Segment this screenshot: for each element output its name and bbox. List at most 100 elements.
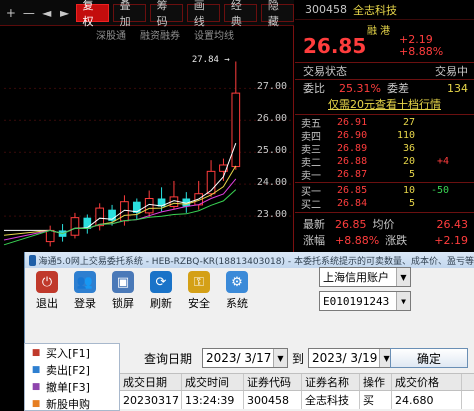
quote-header: 300458 全志科技 <box>295 0 474 20</box>
menu-item[interactable]: ■ 撤单[F3] <box>25 378 119 395</box>
end-date-picker[interactable]: 2023/ 3/19 ▼ <box>308 348 395 368</box>
toolbar-security-button[interactable]: ⚿ 安全 <box>181 268 217 314</box>
toolbar-exit-button[interactable]: ⏻ 退出 <box>29 268 65 314</box>
chevron-down-icon: ▼ <box>273 349 287 367</box>
chips-button[interactable]: 筹码 <box>149 0 183 28</box>
classic-button[interactable]: 经典 <box>223 0 257 28</box>
toolbar-label: 刷新 <box>150 297 172 310</box>
menu-item-label: 撤单[F3] <box>46 380 90 394</box>
end-date-value: 2023/ 3/19 <box>312 351 378 365</box>
ratio-label: 委比 <box>303 82 325 95</box>
toolbar-lock-screen-button[interactable]: ▣ 锁屏 <box>105 268 141 314</box>
pct-label: 涨幅 <box>303 234 325 247</box>
status-row: 交易状态 交易中 <box>295 63 474 79</box>
bid-price: 26.84 <box>337 198 368 209</box>
toolbar-refresh-button[interactable]: ⟳ 刷新 <box>143 268 179 314</box>
pct-row: 涨幅 +8.88% 涨跌 +2.19 <box>295 232 474 248</box>
level2-promo-link[interactable]: 仅需20元查看十档行情 <box>295 95 474 113</box>
chart-subbar: 深股通 融资融券 设置均线 <box>0 26 294 42</box>
last-price: 26.85 <box>303 34 367 58</box>
exit-icon: ⏻ <box>36 271 58 293</box>
account-number-value: E010191243 <box>323 294 390 308</box>
ratio-value: 25.31% <box>339 81 381 95</box>
draw-line-button[interactable]: 画线 <box>186 0 220 28</box>
stock-code: 300458 <box>305 3 347 16</box>
table-cell: 300458 <box>244 391 302 409</box>
confirm-button[interactable]: 确定 <box>390 348 468 368</box>
latest-value: 26.85 <box>335 217 367 231</box>
ask-volume: 20 <box>402 156 415 167</box>
ma-settings-link[interactable]: 设置均线 <box>194 27 234 42</box>
refresh-icon: ⟳ <box>150 271 172 293</box>
trade-window-titlebar[interactable]: 海通5.0网上交易委托系统 - HEB-RZBQ-KR(18813403018)… <box>25 252 474 268</box>
account-type-select[interactable]: 上海信用账户 ▼ <box>319 267 411 287</box>
buy-icon: ■ <box>31 347 41 358</box>
toolbar-system-button[interactable]: ⚙ 系统 <box>219 268 255 314</box>
ask-volume: 110 <box>396 130 415 141</box>
bid-delta: -50 <box>430 185 449 196</box>
cancel-order-icon: ■ <box>31 381 41 392</box>
diff-label: 委差 <box>386 82 409 95</box>
zoom-out-icon[interactable]: — <box>22 4 36 22</box>
column-header[interactable]: 成交价格 <box>392 374 462 390</box>
latest-row: 最新 26.85 均价 26.43 <box>295 216 474 232</box>
menu-item-label: 卖出[F2] <box>46 363 90 377</box>
menu-item[interactable]: ■ 卖出[F2] <box>25 361 119 378</box>
column-header[interactable]: 证券名称 <box>302 374 360 390</box>
hide-button[interactable]: 隐藏 <box>260 0 294 28</box>
zoom-in-icon[interactable]: + <box>4 4 18 22</box>
security-icon: ⚿ <box>188 271 210 293</box>
menu-item[interactable]: ■ 买入[F1] <box>25 344 119 361</box>
ask-volume: 5 <box>408 169 415 180</box>
ask-delta: +4 <box>436 156 449 167</box>
bid-price: 26.85 <box>337 185 368 196</box>
column-header[interactable]: 成交日期 <box>120 374 182 390</box>
ask-price: 26.90 <box>337 130 368 141</box>
menu-item-label: 买入[F1] <box>46 346 90 360</box>
toolbar-users-button[interactable]: 👥 登录 <box>67 268 103 314</box>
start-date-picker[interactable]: 2023/ 3/17 ▼ <box>202 348 288 368</box>
ask-price: 26.88 <box>337 156 368 167</box>
latest-label: 最新 <box>303 218 325 231</box>
prev-icon[interactable]: ◄ <box>40 4 54 22</box>
toolbar-label: 安全 <box>188 297 210 310</box>
screen: + — ◄ ► 复权 叠加 筹码 画线 经典 隐藏 深股通 融资融券 设置均线 … <box>0 0 474 411</box>
column-header[interactable]: 证券代码 <box>244 374 302 390</box>
margin-trading-link[interactable]: 融资融券 <box>140 27 180 42</box>
bid-row[interactable]: 买二 26.84 5 <box>295 197 474 211</box>
adjust-button[interactable]: 复权 <box>75 0 109 28</box>
ask-price: 26.91 <box>337 117 368 128</box>
divider <box>295 212 474 213</box>
stock-tags: 融 港 <box>367 26 391 37</box>
account-number-select[interactable]: E010191243 ▼ <box>319 291 411 311</box>
sell-icon: ■ <box>31 364 41 375</box>
status-label: 交易状态 <box>303 65 347 78</box>
ratio-row: 委比 25.31% 委差 134 <box>295 80 474 96</box>
overlay-button[interactable]: 叠加 <box>112 0 146 28</box>
y-tick-label: 25.00 <box>256 145 287 157</box>
chg-label: 涨跌 <box>385 234 408 247</box>
table-header: 成交日期 成交时间 证券代码 证券名称 操作 成交价格 <box>120 373 474 391</box>
sz-connect-link[interactable]: 深股通 <box>96 27 126 42</box>
toolbar-label: 登录 <box>74 297 96 310</box>
account-type-value: 上海信用账户 <box>323 271 389 284</box>
pct-value: +8.88% <box>335 233 380 247</box>
ask-row[interactable]: 卖一 26.87 5 <box>295 168 474 182</box>
candle-body <box>95 207 105 227</box>
column-header[interactable]: 操作 <box>360 374 392 390</box>
peak-price-label: 27.84 → <box>191 55 230 66</box>
table-row[interactable]: 20230317 13:24:39 300458 全志科技买 24.680 <box>120 391 474 409</box>
bid-volume: 5 <box>408 198 415 209</box>
trades-table: 成交日期 成交时间 证券代码 证券名称 操作 成交价格 20230317 13:24:39 30… <box>120 373 474 409</box>
next-icon[interactable]: ► <box>58 4 72 22</box>
menu-item[interactable]: ■ 新股申购 <box>25 395 119 411</box>
start-date-value: 2023/ 3/17 <box>206 351 272 365</box>
trade-menu: ■ 买入[F1] ■ 卖出[F2] ■ 撤单[F3] ■ 新股申购 <box>24 343 120 411</box>
column-header[interactable]: 成交时间 <box>182 374 244 390</box>
quote-panel: 300458 全志科技 融 港 26.85 +2.19 +8.88% 交易状态 … <box>295 0 474 252</box>
window-title: 海通5.0网上交易委托系统 - HEB-RZBQ-KR(18813403018)… <box>38 256 474 267</box>
y-tick-label: 23.00 <box>256 209 287 221</box>
bid-level: 买二 <box>301 200 321 211</box>
avg-value: 26.43 <box>436 217 469 231</box>
app-logo-icon <box>29 254 36 266</box>
